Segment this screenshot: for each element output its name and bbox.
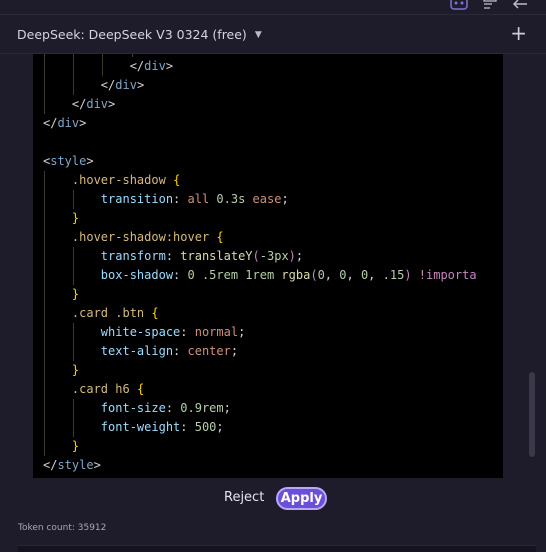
top-toolbar [0,0,546,14]
indent-guide [44,342,45,361]
code-content: </button> </div> </div> </div></div><sty… [43,54,477,475]
diff-actions: Reject Apply [0,485,546,515]
indent-guide [44,190,45,209]
layout-icon[interactable] [482,0,498,15]
code-line: </div> [43,95,477,114]
code-line: .hover-shadow { [43,171,477,190]
chat-header: DeepSeek: DeepSeek V3 0324 (free) ▼ + [0,14,546,54]
indent-guide [73,342,75,361]
indent-guide [44,399,45,418]
indent-guide [44,285,45,304]
indent-guide [44,304,45,323]
indent-guide [73,418,75,437]
indent-guide [44,95,45,114]
apply-button[interactable]: Apply [276,487,327,510]
code-line: } [43,437,477,456]
top-icons [450,0,528,15]
model-selector[interactable]: DeepSeek: DeepSeek V3 0324 (free) ▼ [17,27,262,42]
code-line: .card .btn { [43,304,477,323]
chevron-down-icon: ▼ [254,29,262,40]
model-label: DeepSeek: DeepSeek V3 0324 (free) [17,27,247,42]
indent-guide [44,418,45,437]
plus-icon[interactable]: + [510,21,527,45]
code-line: .card h6 { [43,380,477,399]
code-line: </style> [43,458,101,472]
indent-guide [44,57,45,76]
indent-guide [44,380,45,399]
indent-guide [44,171,45,190]
indent-guide [44,209,45,228]
indent-guide [73,399,75,418]
indent-guide [44,361,45,380]
code-line: } [43,285,477,304]
code-line: </div> [43,76,477,95]
indent-guide [73,190,75,209]
scrollbar-thumb[interactable] [529,372,535,457]
indent-guide [102,57,104,76]
indent-guide [44,266,45,285]
indent-guide [73,76,75,95]
indent-guide [44,228,45,247]
code-line: white-space: normal; [43,323,477,342]
indent-guide [73,57,75,76]
code-line: font-weight: 500; [43,418,477,437]
indent-guide [73,266,75,285]
code-line: text-align: center; [43,342,477,361]
agent-icon[interactable] [450,0,468,15]
indent-guide [44,247,45,266]
code-line: .hover-shadow:hover { [43,228,477,247]
code-line: transform: translateY(-3px); [43,247,477,266]
indent-guide [73,323,75,342]
reject-button[interactable]: Reject [224,490,264,505]
token-count: Token count: 35912 [18,523,107,533]
code-line: </div> [43,57,477,76]
code-line: <style> [43,154,94,168]
indent-guide [73,247,75,266]
code-block: </button> </div> </div> </div></div><sty… [33,54,503,478]
indent-guide [44,323,45,342]
back-arrow-icon[interactable] [512,0,528,15]
code-line: transition: all 0.3s ease; [43,190,477,209]
code-line: font-size: 0.9rem; [43,399,477,418]
indent-guide [44,76,45,95]
indent-guide [44,437,45,456]
code-line: } [43,209,477,228]
code-line: </div> [43,116,87,130]
code-line: } [43,361,477,380]
code-line: box-shadow: 0 .5rem 1rem rgba(0, 0, 0, .… [43,266,477,285]
